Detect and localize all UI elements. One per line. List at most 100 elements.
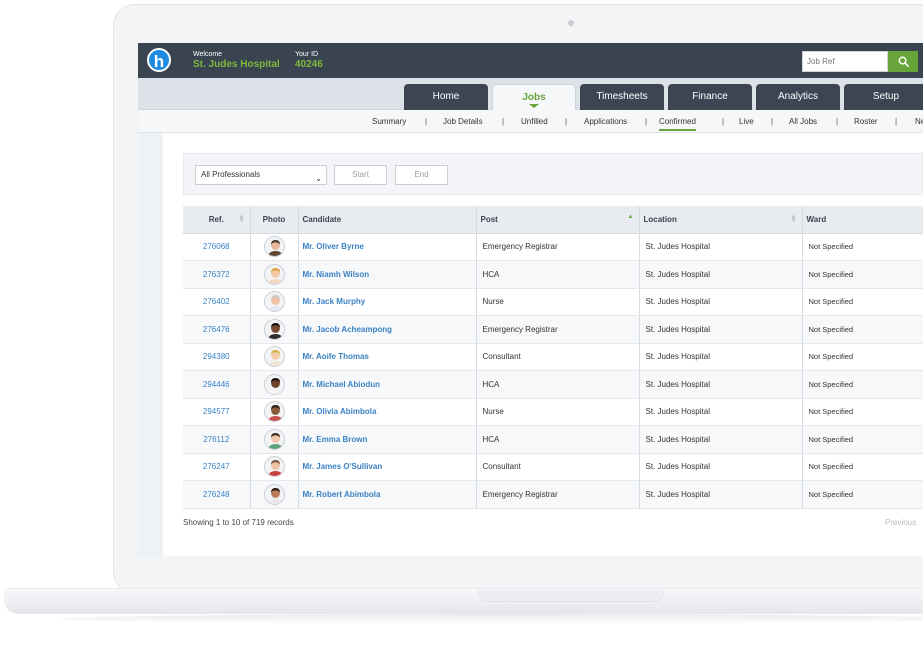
avatar[interactable] (263, 263, 285, 285)
laptop-base (4, 588, 923, 614)
column-header-ref[interactable]: Ref. ▲ ▼ (183, 206, 251, 234)
column-header-candidate[interactable]: Candidate (298, 206, 477, 234)
post-cell: Emergency Registrar (476, 233, 640, 261)
candidate-name-link[interactable]: Mr. Niamh Wilson (298, 260, 477, 289)
photo-cell (250, 398, 299, 426)
job-ref-link[interactable]: 276247 (183, 453, 251, 481)
avatar[interactable] (263, 401, 285, 423)
location-cell: St. Judes Hospital (639, 288, 803, 316)
candidate-name-link[interactable]: Mr. Emma Brown (298, 425, 477, 454)
photo-cell (250, 288, 299, 316)
candidate-name-link[interactable]: Mr. Oliver Byrne (298, 233, 477, 261)
candidate-name-link[interactable]: Mr. Jacob Acheampong (298, 315, 477, 344)
tab-jobs[interactable]: Jobs (492, 84, 576, 111)
job-ref-link[interactable]: 294446 (183, 370, 251, 399)
avatar[interactable] (263, 346, 285, 368)
table-row[interactable]: 294380 Mr. Aoife Thomas Consultant St. Jude… (183, 343, 923, 371)
ward-cell: Not Specified (802, 260, 923, 289)
table-row[interactable]: 276112 Mr. Emma Brown HCA St. Judes Hospita… (183, 425, 923, 454)
records-info: Showing 1 to 10 of 719 records (183, 518, 294, 527)
tab-analytics[interactable]: Analytics (756, 84, 840, 110)
subnav-unfilled[interactable]: Unfilled (521, 117, 548, 126)
location-cell: St. Judes Hospital (639, 233, 803, 261)
post-cell: HCA (476, 370, 640, 399)
location-cell: St. Judes Hospital (639, 370, 803, 399)
search-button[interactable] (888, 51, 918, 72)
table-row[interactable]: 294577 Mr. Olivia Abimbola Nurse St. Judes … (183, 398, 923, 426)
subnav-confirmed[interactable]: Confirmed (659, 117, 696, 131)
avatar[interactable] (263, 456, 285, 478)
ward-cell: Not Specified (802, 398, 923, 426)
job-ref-link[interactable]: 276068 (183, 233, 251, 261)
candidate-name-link[interactable]: Mr. Olivia Abimbola (298, 398, 477, 426)
column-header-ward[interactable]: Ward (802, 206, 923, 234)
avatar[interactable] (263, 291, 285, 313)
column-header-photo: Photo (250, 206, 299, 234)
table-row[interactable]: 276402 Mr. Jack Murphy Nurse St. Judes Hosp… (183, 288, 923, 316)
chevron-down-icon: ⌄ (315, 174, 322, 183)
tab-home[interactable]: Home (404, 84, 488, 110)
subnav-summary[interactable]: Summary (372, 117, 406, 126)
sort-ascending-icon: ▲ (627, 214, 634, 220)
search-icon (898, 56, 909, 67)
tab-setup[interactable]: Setup (844, 84, 923, 110)
job-ref-link[interactable]: 276402 (183, 288, 251, 316)
location-cell: St. Judes Hospital (639, 398, 803, 426)
jobs-table: Ref. ▲▼ Photo Candidate Post ▲ Location (183, 206, 923, 509)
table-row[interactable]: 276476 Mr. Jacob Acheampong Emergency Regi… (183, 315, 923, 344)
subnav-roster[interactable]: Roster (854, 117, 878, 126)
table-row[interactable]: 276248 Mr. Robert Abimbola Emergency Regis… (183, 480, 923, 509)
avatar-portrait-icon (264, 264, 284, 284)
table-row[interactable]: 294446 Mr. Michael Abiodun HCA St. Judes Ho… (183, 370, 923, 399)
candidate-name-link[interactable]: Mr. Robert Abimbola (298, 480, 477, 509)
post-cell: HCA (476, 260, 640, 289)
job-ref-link[interactable]: 294380 (183, 343, 251, 371)
laptop-notch (478, 590, 664, 602)
job-ref-link[interactable]: 276372 (183, 260, 251, 289)
table-row[interactable]: 276247 Mr. James O'Sullivan Consultant St. … (183, 453, 923, 481)
photo-cell (250, 260, 299, 289)
column-header-label: Photo (262, 214, 286, 224)
job-ref-search-input[interactable] (802, 51, 888, 72)
professional-select[interactable]: All Professionals ⌄ (195, 165, 327, 185)
column-header-post[interactable]: Post ▲ (476, 206, 640, 234)
column-header-label: Post (480, 214, 498, 224)
job-ref-link[interactable]: 276248 (183, 480, 251, 509)
logo-icon[interactable]: h (147, 48, 171, 72)
subnav-live[interactable]: Live (739, 117, 754, 126)
tab-finance[interactable]: Finance (668, 84, 752, 110)
tab-timesheets[interactable]: Timesheets (580, 84, 664, 110)
job-ref-link[interactable]: 276476 (183, 315, 251, 344)
avatar[interactable] (263, 236, 285, 258)
avatar[interactable] (263, 318, 285, 340)
avatar[interactable] (263, 483, 285, 505)
candidate-name-link[interactable]: Mr. Aoife Thomas (298, 343, 477, 371)
avatar[interactable] (263, 373, 285, 395)
end-date-button[interactable]: End (395, 165, 448, 185)
start-date-button[interactable]: Start (334, 165, 387, 185)
subnav-next-truncated[interactable]: Ne (915, 117, 923, 126)
table-row[interactable]: 276068 Mr. Oliver Byrne Emergency Registra… (183, 233, 923, 261)
candidate-name-link[interactable]: Mr. Michael Abiodun (298, 370, 477, 399)
column-header-location[interactable]: Location ▲ ▼ (639, 206, 803, 234)
previous-page-button[interactable]: Previous (885, 518, 916, 527)
subnav-applications[interactable]: Applications (584, 117, 627, 126)
job-ref-link[interactable]: 294577 (183, 398, 251, 426)
tab-jobs-label: Jobs (522, 92, 546, 103)
subnav-all-jobs[interactable]: All Jobs (789, 117, 817, 126)
subnav-divider: | (565, 117, 568, 126)
photo-cell (250, 370, 299, 399)
hospital-name: St. Judes Hospital (193, 59, 280, 70)
photo-cell (250, 480, 299, 509)
candidate-name-link[interactable]: Mr. Jack Murphy (298, 288, 477, 316)
candidate-name-link[interactable]: Mr. James O'Sullivan (298, 453, 477, 481)
ward-cell: Not Specified (802, 315, 923, 344)
table-row[interactable]: 276372 Mr. Niamh Wilson HCA St. Judes Hospi… (183, 260, 923, 289)
location-cell: St. Judes Hospital (639, 343, 803, 371)
job-ref-link[interactable]: 276112 (183, 425, 251, 454)
ward-cell: Not Specified (802, 343, 923, 371)
avatar[interactable] (263, 428, 285, 450)
main-tabs: Home Jobs Timesheets Finance Analytics S… (138, 78, 923, 111)
user-id-label: Your ID (295, 51, 319, 58)
subnav-job-details[interactable]: Job Details (443, 117, 483, 126)
